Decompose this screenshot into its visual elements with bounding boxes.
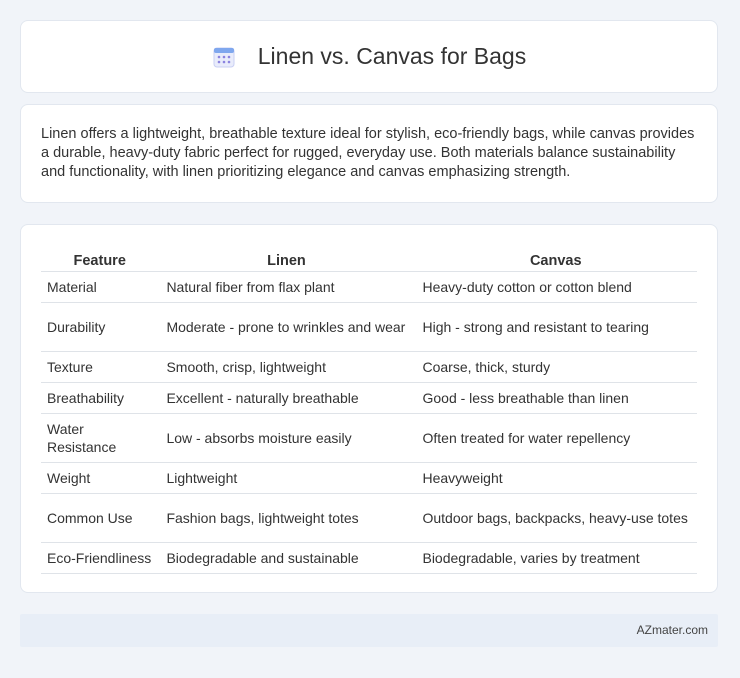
footer-site-link[interactable]: AZmater.com [637, 623, 708, 637]
table-row: Weight Lightweight Heavyweight [41, 463, 697, 494]
row-linen: Low - absorbs moisture easily [158, 414, 415, 463]
title-wrap: Linen vs. Canvas for Bags [212, 43, 526, 70]
intro-card: Linen offers a lightweight, breathable t… [20, 104, 718, 203]
row-feature: Texture [41, 352, 159, 383]
row-feature: Common Use [41, 494, 159, 543]
table-row: Material Natural fiber from flax plant H… [41, 272, 697, 303]
table-row: Common Use Fashion bags, lightweight tot… [41, 494, 697, 543]
table-row: Breathability Excellent - naturally brea… [41, 383, 697, 414]
row-linen: Lightweight [158, 463, 415, 494]
table-row: Durability Moderate - prone to wrinkles … [41, 303, 697, 352]
row-canvas: Biodegradable, varies by treatment [414, 543, 697, 574]
title-card: Linen vs. Canvas for Bags [20, 20, 718, 93]
table-row: Water Resistance Low - absorbs moisture … [41, 414, 697, 463]
table-row: Eco-Friendliness Biodegradable and susta… [41, 543, 697, 574]
header-feature: Feature [41, 245, 159, 272]
row-feature: Material [41, 272, 159, 303]
row-feature: Durability [41, 303, 159, 352]
row-feature: Water Resistance [41, 414, 159, 463]
row-linen: Fashion bags, lightweight totes [158, 494, 415, 543]
row-linen: Moderate - prone to wrinkles and wear [158, 303, 415, 352]
row-linen: Excellent - naturally breathable [158, 383, 415, 414]
row-linen: Natural fiber from flax plant [158, 272, 415, 303]
intro-text: Linen offers a lightweight, breathable t… [41, 126, 695, 180]
row-canvas: Good - less breathable than linen [414, 383, 697, 414]
header-linen: Linen [158, 245, 415, 272]
table-header-row: Feature Linen Canvas [41, 245, 697, 272]
comparison-table: Feature Linen Canvas Material Natural fi… [41, 245, 697, 574]
calendar-icon [213, 47, 235, 67]
row-canvas: Often treated for water repellency [414, 414, 697, 463]
header-canvas: Canvas [414, 245, 697, 272]
row-linen: Smooth, crisp, lightweight [158, 352, 415, 383]
row-linen: Biodegradable and sustainable [158, 543, 415, 574]
row-canvas: Coarse, thick, sturdy [414, 352, 697, 383]
row-feature: Weight [41, 463, 159, 494]
row-canvas: Heavyweight [414, 463, 697, 494]
table-row: Texture Smooth, crisp, lightweight Coars… [41, 352, 697, 383]
row-canvas: Outdoor bags, backpacks, heavy-use totes [414, 494, 697, 543]
row-canvas: Heavy-duty cotton or cotton blend [414, 272, 697, 303]
page-title: Linen vs. Canvas for Bags [257, 43, 527, 69]
table-card: Feature Linen Canvas Material Natural fi… [20, 224, 718, 593]
row-feature: Eco-Friendliness [41, 543, 159, 574]
row-canvas: High - strong and resistant to tearing [414, 303, 697, 352]
row-feature: Breathability [41, 383, 159, 414]
footer-bar: AZmater.com [20, 614, 718, 647]
